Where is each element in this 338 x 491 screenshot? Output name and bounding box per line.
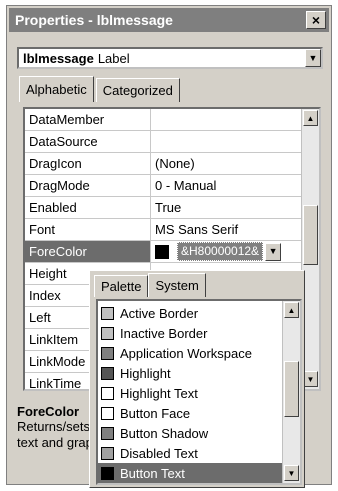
color-item-label: Button Shadow (120, 425, 209, 441)
property-value[interactable] (151, 131, 303, 152)
color-item-highlight[interactable]: Highlight (98, 363, 282, 383)
scroll-down-button[interactable]: ▼ (284, 465, 299, 481)
property-row[interactable]: Font MS Sans Serif (25, 219, 303, 241)
system-color-list: Active Border Inactive Border Applicatio… (96, 299, 302, 485)
window-title: Properties - lblmessage (15, 12, 173, 28)
color-item-label: Highlight Text (120, 385, 198, 401)
object-selector[interactable]: lblmessage Label ▼ (17, 47, 323, 69)
tab-system[interactable]: System (148, 273, 206, 297)
color-item-button-shadow[interactable]: Button Shadow (98, 423, 282, 443)
title-bar[interactable]: Properties - lblmessage × (9, 8, 329, 32)
chevron-up-icon: ▲ (287, 305, 296, 315)
property-tabs: Alphabetic Categorized (19, 76, 182, 104)
property-name: DragIcon (25, 153, 151, 174)
color-item-label: Disabled Text (120, 445, 198, 461)
chevron-down-icon: ▼ (268, 246, 278, 256)
tab-palette[interactable]: Palette (94, 275, 149, 297)
property-name: Enabled (25, 197, 151, 218)
object-name: lblmessage (23, 50, 94, 66)
chevron-up-icon: ▲ (306, 113, 315, 123)
forecolor-value[interactable]: &H80000012& (177, 242, 264, 261)
close-icon: × (311, 12, 321, 28)
property-name: DataMember (25, 109, 151, 130)
color-item-label: Inactive Border (120, 325, 208, 341)
property-value[interactable] (151, 109, 303, 130)
object-dropdown-button[interactable]: ▼ (305, 49, 321, 67)
color-swatch (101, 446, 114, 460)
property-value[interactable]: 0 - Manual (151, 175, 303, 196)
color-picker-popup: Palette System Active Border Inactive Bo… (89, 270, 305, 488)
property-value[interactable]: (None) (151, 153, 303, 174)
color-item-label: Application Workspace (120, 345, 252, 361)
property-value[interactable]: MS Sans Serif (151, 219, 303, 240)
color-list-scrollbar[interactable]: ▲ ▼ (282, 301, 300, 483)
properties-window: Properties - lblmessage × lblmessage Lab… (6, 5, 332, 488)
scroll-down-button[interactable]: ▼ (303, 371, 318, 387)
color-swatch (101, 326, 114, 340)
color-swatch (101, 426, 114, 440)
color-swatch (101, 366, 114, 380)
property-name: Font (25, 219, 151, 240)
scroll-up-button[interactable]: ▲ (284, 302, 299, 318)
property-name: DataSource (25, 131, 151, 152)
color-picker-tabs: Palette System (94, 273, 206, 299)
property-name: ForeColor (25, 241, 151, 262)
scroll-up-button[interactable]: ▲ (303, 110, 318, 126)
property-row-selected[interactable]: ForeColor &H80000012& ▼ (25, 241, 303, 263)
color-swatch (101, 306, 114, 320)
color-item-button-text[interactable]: Button Text (98, 463, 282, 483)
tab-alphabetic[interactable]: Alphabetic (19, 76, 94, 102)
color-item-label: Button Face (120, 405, 191, 421)
color-item-disabled-text[interactable]: Disabled Text (98, 443, 282, 463)
color-swatch (101, 466, 114, 480)
property-name: DragMode (25, 175, 151, 196)
property-row[interactable]: DataMember (25, 109, 303, 131)
color-item-highlight-text[interactable]: Highlight Text (98, 383, 282, 403)
scroll-thumb[interactable] (303, 205, 318, 265)
color-item-button-face[interactable]: Button Face (98, 403, 282, 423)
color-swatch (101, 406, 114, 420)
color-item-label: Button Text (120, 465, 185, 481)
color-swatch (101, 386, 114, 400)
tab-categorized[interactable]: Categorized (95, 78, 180, 102)
scroll-thumb[interactable] (284, 361, 299, 417)
object-type: Label (97, 50, 130, 66)
color-item-inactive-border[interactable]: Inactive Border (98, 323, 282, 343)
close-button[interactable]: × (306, 11, 326, 29)
property-row[interactable]: DragMode 0 - Manual (25, 175, 303, 197)
property-value[interactable]: True (151, 197, 303, 218)
color-item-label: Active Border (120, 305, 199, 321)
color-swatch (101, 346, 114, 360)
property-row[interactable]: Enabled True (25, 197, 303, 219)
color-dropdown-button[interactable]: ▼ (265, 242, 282, 261)
property-row[interactable]: DataSource (25, 131, 303, 153)
property-row[interactable]: DragIcon (None) (25, 153, 303, 175)
color-item-active-border[interactable]: Active Border (98, 303, 282, 323)
property-value[interactable]: &H80000012& ▼ (151, 241, 303, 262)
color-item-application-workspace[interactable]: Application Workspace (98, 343, 282, 363)
color-item-label: Highlight (120, 365, 171, 381)
chevron-down-icon: ▼ (306, 374, 315, 384)
color-swatch (155, 244, 169, 259)
chevron-down-icon: ▼ (287, 468, 296, 478)
chevron-down-icon: ▼ (308, 53, 318, 63)
